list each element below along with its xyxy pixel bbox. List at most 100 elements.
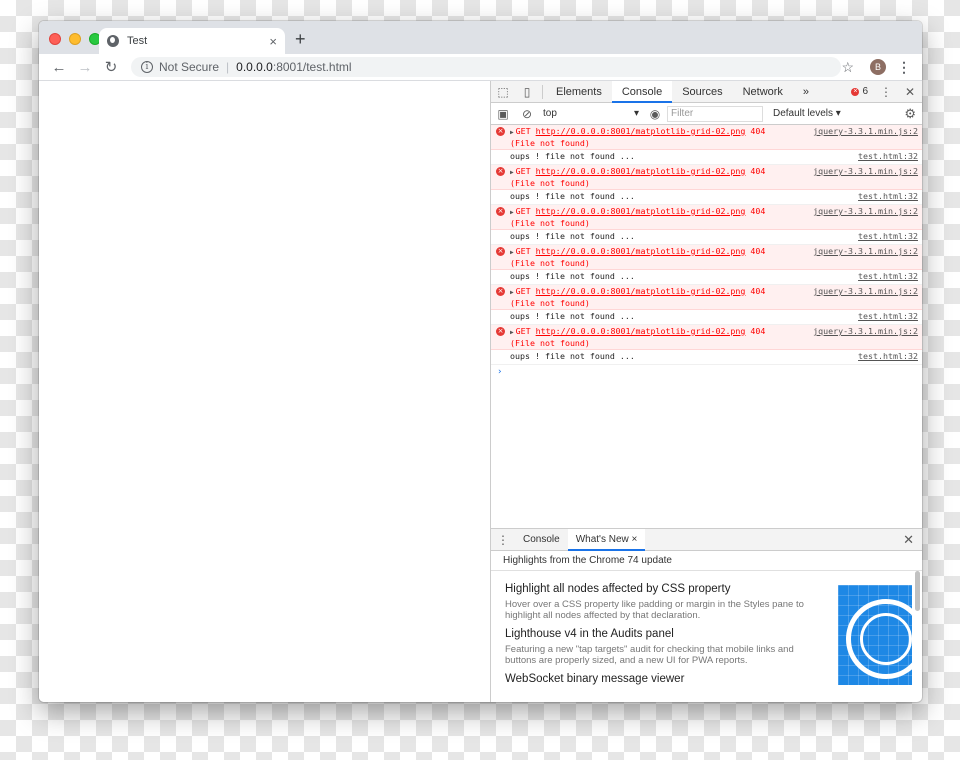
request-url-link[interactable]: http://0.0.0.0:8001/matplotlib-grid-02.p… — [536, 246, 746, 256]
divider — [542, 84, 543, 99]
console-log-row[interactable]: oups ! file not found ... test.html:32 — [491, 310, 922, 325]
devtools-close-icon[interactable]: ✕ — [898, 85, 922, 99]
request-url-link[interactable]: http://0.0.0.0:8001/matplotlib-grid-02.p… — [536, 126, 746, 136]
drawer-tab-console[interactable]: Console — [515, 529, 568, 551]
log-levels-dropdown[interactable]: Default levels ▾ — [773, 108, 841, 119]
console-error-row[interactable]: × ▶ GET http://0.0.0.0:8001/matplotlib-gri… — [491, 245, 922, 270]
feature-title: Lighthouse v4 in the Audits panel — [505, 628, 674, 640]
request-method: GET — [515, 166, 531, 176]
console-log-row[interactable]: oups ! file not found ... test.html:32 — [491, 230, 922, 245]
context-selector[interactable]: top ▾ — [539, 108, 643, 119]
back-icon[interactable]: ← — [47, 59, 71, 76]
tab-sources[interactable]: Sources — [672, 81, 732, 103]
expand-triangle-icon[interactable]: ▶ — [510, 129, 514, 136]
message-list: × ▶ GET http://0.0.0.0:8001/matplotlib-gri… — [491, 125, 922, 365]
browser-window: Test × + ← → ↻ i Not Secure | 0.0.0.0:80… — [39, 21, 922, 702]
device-toggle-icon[interactable]: ▯ — [515, 85, 539, 99]
message-text: oups ! file not found ... — [510, 151, 635, 161]
info-icon[interactable]: i — [141, 61, 153, 73]
source-link[interactable]: test.html:32 — [858, 231, 918, 243]
tab-network[interactable]: Network — [733, 81, 793, 103]
close-icon[interactable]: × — [632, 534, 638, 545]
source-link[interactable]: test.html:32 — [858, 351, 918, 363]
gear-icon[interactable]: ⚙ — [904, 106, 922, 122]
minimize-window-button[interactable] — [69, 33, 81, 45]
console-error-row[interactable]: × ▶ GET http://0.0.0.0:8001/matplotlib-gri… — [491, 125, 922, 150]
tab-close-icon[interactable]: × — [269, 34, 277, 49]
eye-icon[interactable]: ◉ — [643, 107, 667, 121]
console-error-row[interactable]: × ▶ GET http://0.0.0.0:8001/matplotlib-gri… — [491, 165, 922, 190]
source-link[interactable]: jquery-3.3.1.min.js:2 — [813, 126, 918, 148]
inspect-element-icon[interactable]: ⬚ — [491, 85, 515, 99]
content-area: ⬚ ▯ Elements Console Sources Network » ×… — [39, 80, 922, 702]
chevron-down-icon: ▾ — [633, 108, 639, 119]
expand-triangle-icon[interactable]: ▶ — [510, 169, 514, 176]
feature-item[interactable]: Lighthouse v4 in the Audits panel Featur… — [505, 628, 805, 666]
feature-item[interactable]: WebSocket binary message viewer — [505, 673, 805, 685]
source-link[interactable]: test.html:32 — [858, 151, 918, 163]
feature-item[interactable]: Highlight all nodes affected by CSS prop… — [505, 583, 805, 621]
status-code: 404 — [750, 166, 766, 176]
console-error-row[interactable]: × ▶ GET http://0.0.0.0:8001/matplotlib-gri… — [491, 325, 922, 350]
tab-console[interactable]: Console — [611, 80, 673, 103]
new-tab-button[interactable]: + — [295, 29, 306, 50]
window-controls — [49, 33, 101, 45]
whats-new-thumbnail[interactable] — [838, 585, 912, 685]
expand-triangle-icon[interactable]: ▶ — [510, 329, 514, 336]
expand-triangle-icon[interactable]: ▶ — [510, 209, 514, 216]
avatar[interactable]: B — [870, 59, 886, 75]
clear-console-icon[interactable]: ⊘ — [515, 107, 539, 121]
message-body: ▶ GET http://0.0.0.0:8001/matplotlib-grid… — [505, 166, 805, 188]
sidebar-toggle-icon[interactable]: ▣ — [491, 107, 515, 121]
error-detail: (File not found) — [510, 258, 590, 268]
thumbnail-ring — [860, 613, 912, 665]
drawer-tab-whats-new[interactable]: What's New × — [567, 528, 646, 551]
console-filterbar: ▣ ⊘ top ▾ ◉ Default levels ▾ ⚙ — [491, 103, 922, 125]
console-log-row[interactable]: oups ! file not found ... test.html:32 — [491, 150, 922, 165]
bookmark-star-icon[interactable]: ☆ — [841, 59, 854, 76]
error-counter[interactable]: × 6 — [851, 86, 874, 97]
console-log-row[interactable]: oups ! file not found ... test.html:32 — [491, 190, 922, 205]
source-link[interactable]: test.html:32 — [858, 191, 918, 203]
source-link[interactable]: jquery-3.3.1.min.js:2 — [813, 246, 918, 268]
drawer-scrollbar[interactable] — [915, 571, 920, 611]
drawer-close-icon[interactable]: ✕ — [903, 532, 922, 548]
console-log-row[interactable]: oups ! file not found ... test.html:32 — [491, 270, 922, 285]
more-tabs-button[interactable]: » — [793, 81, 819, 103]
request-url-link[interactable]: http://0.0.0.0:8001/matplotlib-grid-02.p… — [536, 286, 746, 296]
error-detail: (File not found) — [510, 138, 590, 148]
feature-title: WebSocket binary message viewer — [505, 673, 685, 685]
console-error-row[interactable]: × ▶ GET http://0.0.0.0:8001/matplotlib-gri… — [491, 285, 922, 310]
console-log-row[interactable]: oups ! file not found ... test.html:32 — [491, 350, 922, 365]
browser-tab[interactable]: Test × — [99, 28, 285, 54]
source-link[interactable]: jquery-3.3.1.min.js:2 — [813, 166, 918, 188]
tab-elements[interactable]: Elements — [546, 81, 612, 103]
error-icon: × — [496, 167, 505, 176]
message-text: oups ! file not found ... — [510, 351, 635, 361]
feature-title: Highlight all nodes affected by CSS prop… — [505, 583, 731, 595]
address-bar[interactable]: i Not Secure | 0.0.0.0:8001/test.html — [131, 57, 842, 77]
devtools-menu-icon[interactable]: ⋮ — [874, 85, 898, 99]
source-link[interactable]: test.html:32 — [858, 311, 918, 323]
request-url-link[interactable]: http://0.0.0.0:8001/matplotlib-grid-02.p… — [536, 206, 746, 216]
source-link[interactable]: jquery-3.3.1.min.js:2 — [813, 206, 918, 228]
console-error-row[interactable]: × ▶ GET http://0.0.0.0:8001/matplotlib-gri… — [491, 205, 922, 230]
source-link[interactable]: jquery-3.3.1.min.js:2 — [813, 326, 918, 348]
drawer-menu-icon[interactable]: ⋮ — [491, 533, 515, 547]
request-url-link[interactable]: http://0.0.0.0:8001/matplotlib-grid-02.p… — [536, 166, 746, 176]
source-link[interactable]: jquery-3.3.1.min.js:2 — [813, 286, 918, 308]
filter-input[interactable] — [667, 105, 763, 122]
status-code: 404 — [750, 246, 766, 256]
expand-triangle-icon[interactable]: ▶ — [510, 289, 514, 296]
console-messages: × ▶ GET http://0.0.0.0:8001/matplotlib-gri… — [491, 125, 922, 528]
request-url-link[interactable]: http://0.0.0.0:8001/matplotlib-grid-02.p… — [536, 326, 746, 336]
console-prompt[interactable]: › — [491, 365, 922, 379]
expand-triangle-icon[interactable]: ▶ — [510, 249, 514, 256]
forward-icon[interactable]: → — [73, 59, 97, 76]
reload-icon[interactable]: ↻ — [99, 58, 123, 76]
browser-menu-icon[interactable]: ⋮ — [894, 59, 914, 76]
close-window-button[interactable] — [49, 33, 61, 45]
source-link[interactable]: test.html:32 — [858, 271, 918, 283]
